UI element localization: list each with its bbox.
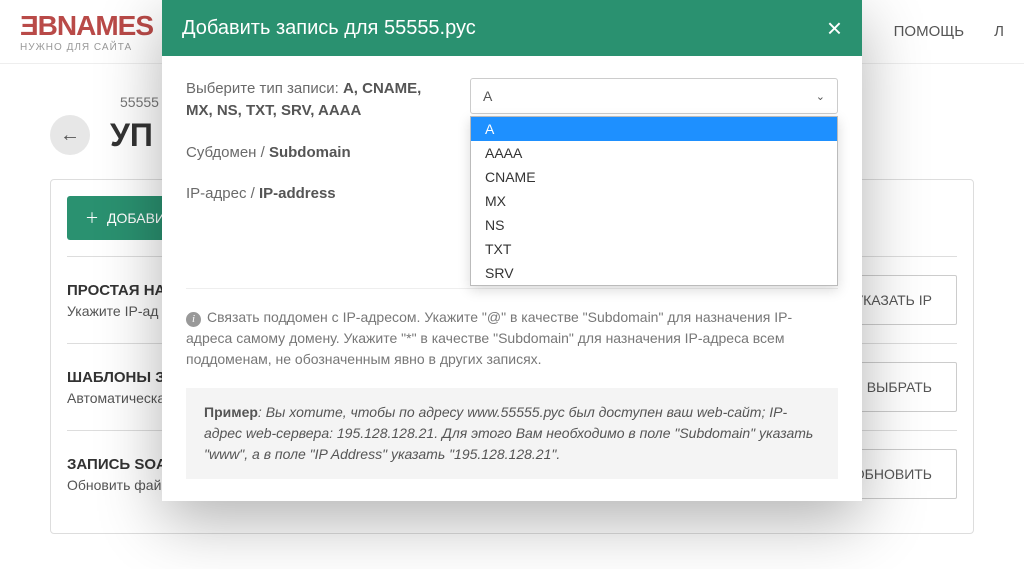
modal-header: Добавить запись для 55555.рус × — [162, 0, 862, 56]
dropdown-option-cname[interactable]: CNAME — [471, 165, 837, 189]
subdomain-label-bold: Subdomain — [269, 144, 351, 161]
info-text: iСвязать поддомен с IP-адресом. Укажите … — [186, 307, 838, 370]
example-label: Пример — [204, 404, 258, 420]
ip-label: IP-адрес / IP-address — [186, 183, 446, 205]
type-dropdown: A AAAA CNAME MX NS TXT SRV — [470, 116, 838, 286]
modal-title: Добавить запись для 55555.рус — [182, 17, 476, 40]
dropdown-option-a[interactable]: A — [471, 117, 837, 141]
type-label: Выберите тип записи: A, CNAME, MX, NS, T… — [186, 78, 446, 122]
type-select[interactable]: A ⌄ — [470, 78, 838, 114]
ip-label-prefix: IP-адрес / — [186, 185, 259, 202]
subdomain-label: Субдомен / Subdomain — [186, 142, 446, 164]
chevron-down-icon: ⌄ — [816, 90, 825, 103]
subdomain-label-prefix: Субдомен / — [186, 144, 269, 161]
info-icon: i — [186, 312, 201, 327]
dropdown-option-ns[interactable]: NS — [471, 213, 837, 237]
close-icon[interactable]: × — [827, 15, 842, 41]
type-selected-value: A — [483, 88, 492, 104]
modal-overlay: Добавить запись для 55555.рус × Выберите… — [0, 0, 1024, 569]
type-control: A ⌄ A AAAA CNAME MX NS TXT SRV — [470, 78, 838, 114]
modal-body: Выберите тип записи: A, CNAME, MX, NS, T… — [162, 56, 862, 501]
modal: Добавить запись для 55555.рус × Выберите… — [162, 0, 862, 501]
type-label-prefix: Выберите тип записи: — [186, 80, 343, 97]
ip-label-bold: IP-address — [259, 185, 336, 202]
row-type: Выберите тип записи: A, CNAME, MX, NS, T… — [186, 78, 838, 122]
divider — [186, 288, 838, 289]
dropdown-option-aaaa[interactable]: AAAA — [471, 141, 837, 165]
example-text: : Вы хотите, чтобы по адресу www.55555.р… — [204, 404, 813, 462]
dropdown-option-mx[interactable]: MX — [471, 189, 837, 213]
dropdown-option-txt[interactable]: TXT — [471, 237, 837, 261]
dropdown-option-srv[interactable]: SRV — [471, 261, 837, 285]
example-box: Пример: Вы хотите, чтобы по адресу www.5… — [186, 388, 838, 479]
info-text-content: Связать поддомен с IP-адресом. Укажите "… — [186, 309, 792, 367]
